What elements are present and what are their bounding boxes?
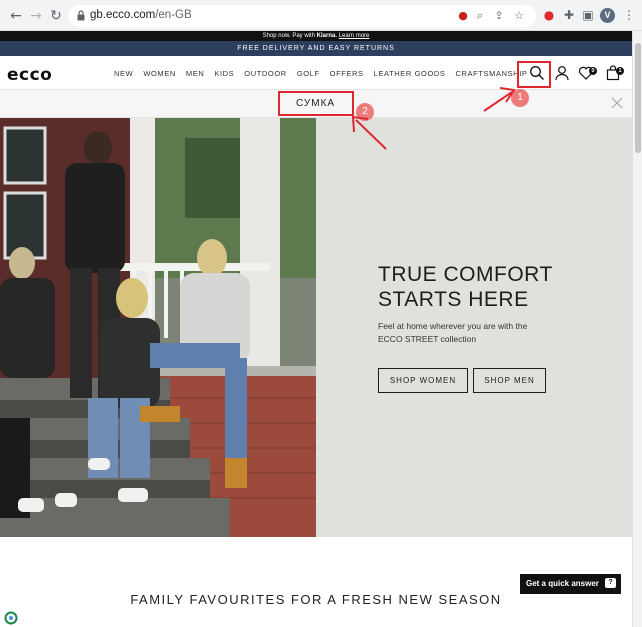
annotation-box-search-value (278, 91, 354, 116)
extensions-puzzle-icon[interactable]: ✚ (562, 8, 576, 22)
nav-item-men[interactable]: MEN (186, 69, 204, 78)
hero-description: Feel at home wherever you are with the E… (378, 321, 528, 344)
annotation-badge-2: 2 (356, 103, 374, 121)
scrollbar-thumb[interactable] (635, 43, 641, 153)
nav-item-golf[interactable]: GOLF (297, 69, 320, 78)
klarna-learn-more-link[interactable]: Learn more (339, 33, 370, 39)
share-icon[interactable]: ⇪ (492, 9, 506, 23)
page-scrollbar[interactable] (632, 31, 642, 627)
hero-image (0, 118, 316, 537)
chat-label: Get a quick answer (526, 579, 599, 588)
close-search-icon[interactable] (611, 97, 623, 109)
account-icon[interactable] (554, 65, 570, 81)
lock-icon (77, 10, 85, 21)
klarna-banner: Shop now. Pay with Klarna. Learn more (0, 31, 632, 41)
forward-icon[interactable]: → (28, 8, 44, 24)
reload-icon[interactable]: ↻ (48, 8, 64, 24)
nav-item-women[interactable]: WOMEN (143, 69, 176, 78)
site-info-icon[interactable]: ● (456, 9, 470, 23)
shop-men-button[interactable]: SHOP MEN (473, 368, 546, 393)
side-panel-icon[interactable]: ▣ (581, 8, 595, 22)
nav-item-new[interactable]: NEW (114, 69, 133, 78)
zoom-icon[interactable]: ⌕ (473, 9, 487, 23)
hero-panel: TRUE COMFORT STARTS HERE Feel at home wh… (316, 118, 632, 537)
annotation-badge-1: 1 (511, 89, 529, 107)
cart-count-badge: 1 (616, 67, 624, 75)
quick-answer-chat-button[interactable]: Get a quick answer ? (520, 574, 621, 594)
address-bar[interactable]: gb.ecco.com/en-GB ● ⌕ ⇪ ☆ (68, 5, 536, 27)
ecco-logo[interactable]: ecco (7, 65, 52, 85)
opera-extension-icon[interactable]: ● (542, 8, 556, 22)
profile-avatar[interactable]: V (600, 8, 615, 23)
recaptcha-icon[interactable] (4, 611, 18, 625)
annotation-box-search (517, 61, 551, 88)
delivery-banner: FREE DELIVERY AND EASY RETURNS (0, 41, 632, 56)
back-icon[interactable]: ← (8, 8, 24, 24)
browser-menu-icon[interactable]: ⋮ (622, 8, 636, 22)
section-title: FAMILY FAVOURITES FOR A FRESH NEW SEASON (130, 592, 502, 607)
bookmark-star-icon[interactable]: ☆ (512, 9, 526, 23)
shop-women-button[interactable]: SHOP WOMEN (378, 368, 468, 393)
main-nav: NEW WOMEN MEN KIDS OUTDOOR GOLF OFFERS L… (114, 69, 528, 78)
hero-title: TRUE COMFORT STARTS HERE (378, 263, 553, 311)
hero-photo-illustration (0, 118, 316, 537)
nav-item-outdoor[interactable]: OUTDOOR (244, 69, 287, 78)
wishlist-count-badge: 0 (589, 67, 597, 75)
nav-item-leather-goods[interactable]: LEATHER GOODS (374, 69, 446, 78)
browser-toolbar: ← → ↻ gb.ecco.com/en-GB ● ⌕ ⇪ ☆ ● ✚ ▣ V … (0, 0, 642, 31)
url-text: gb.ecco.com/en-GB (90, 9, 192, 21)
nav-item-kids[interactable]: KIDS (214, 69, 234, 78)
nav-item-offers[interactable]: OFFERS (330, 69, 364, 78)
chat-bubble-icon: ? (605, 578, 616, 588)
